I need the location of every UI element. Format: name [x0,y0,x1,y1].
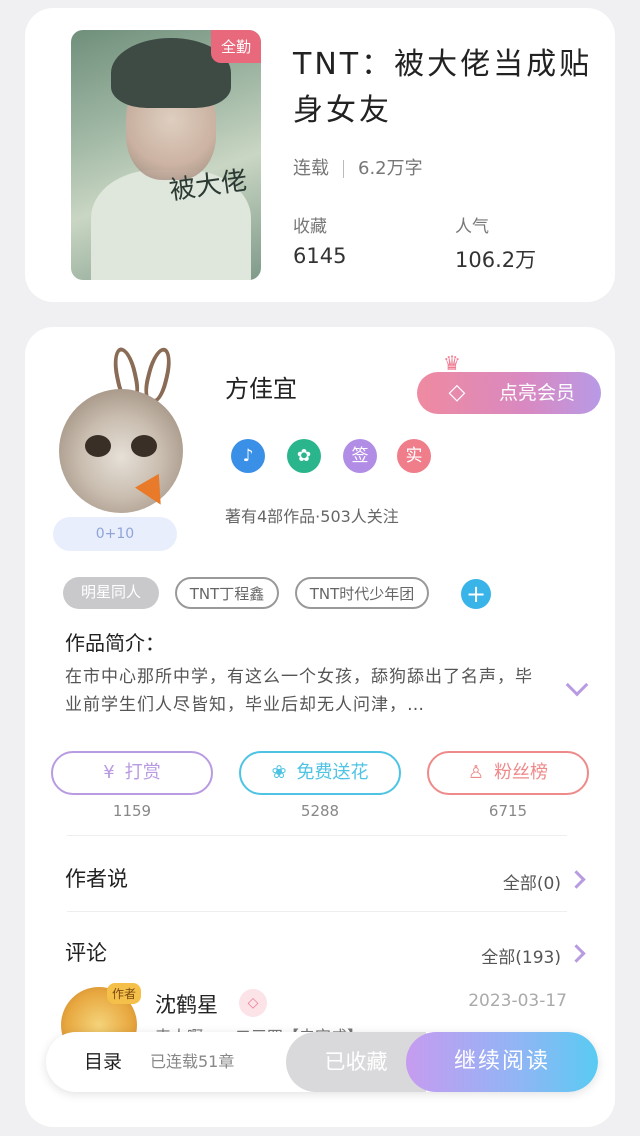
book-info-card: 被大佬 全勤 TNT：被大佬当成贴身女友 连载 6.2万字 收藏 6145 人气 … [25,8,615,302]
book-title: TNT：被大佬当成贴身女友 [293,47,593,128]
verified-badge-icon[interactable]: 实 [397,439,431,473]
vip-button[interactable]: ◇ 点亮会员 [417,372,601,414]
word-count: 6.2万字 [358,158,423,179]
commenter-name[interactable]: 沈鹤星 [155,989,218,1019]
add-tag-icon[interactable]: + [461,579,491,609]
action-count: 6715 [488,802,528,820]
author-tag: 作者 [106,983,141,1004]
action-count: 5288 [300,802,340,820]
serial-status: 连载 [293,158,329,179]
popularity-value: 106.2万 [455,248,537,272]
bottom-action-bar: 目录 已连载51章 已收藏 继续阅读 [46,1032,598,1092]
person-icon: ♙ [467,762,485,783]
author-name[interactable]: 方佳宜 [225,369,297,404]
action-button-label: 免费送花 [296,762,369,783]
full-attendance-badge: 全勤 [210,30,261,63]
avatar-eye-right [131,435,157,457]
author-works-info: 著有4部作品·503人关注 [225,507,399,526]
book-cover[interactable]: 被大佬 全勤 [71,30,261,280]
chapter-count: 已连载51章 [150,1052,235,1071]
author-card: ▼ 0+10 方佳宜 ♛ ◇ 点亮会员 ♪ ✿ 签实 著有4部作品·503人关注 明… [25,327,615,1127]
action-button[interactable]: ❀ 免费送花 [239,751,401,795]
vip-diamond-icon: ◇ [239,989,267,1017]
meta-divider [343,160,344,178]
author-level-badge: 0+10 [53,517,177,551]
popularity-label: 人气 [455,217,489,237]
author-says-title: 作者说 [65,867,128,891]
chevron-right-icon[interactable] [567,870,586,889]
action-button[interactable]: ♙ 粉丝榜 [427,751,589,795]
toc-button[interactable]: 目录 [84,1032,122,1092]
comments-all-link[interactable]: 全部(193) [481,943,561,968]
tag-item[interactable]: TNT时代少年团 [295,577,429,609]
action-count: 1159 [112,802,152,820]
action-button-label: 粉丝榜 [494,762,549,783]
comments-title: 评论 [65,941,107,965]
continue-reading-button[interactable]: 继续阅读 [406,1032,598,1092]
action-button[interactable]: ¥ 打赏 [51,751,213,795]
vip-button-label: 点亮会员 [498,382,575,404]
yen-icon: ¥ [103,762,115,783]
author-says-all-link[interactable]: 全部(0) [503,869,561,894]
collect-value: 6145 [293,244,347,268]
intro-title: 作品简介： [65,631,165,655]
tag-item[interactable]: 明星同人 [63,577,159,609]
expand-chevron-icon[interactable] [565,673,589,697]
action-button-label: 打赏 [124,762,161,783]
chevron-right-icon[interactable] [567,944,586,963]
divider [67,911,567,912]
sign-badge-icon[interactable]: 签 [343,439,377,473]
divider [67,835,567,836]
intro-text: 在市中心那所中学，有这么一个女孩，舔狗舔出了名声，毕业前学生们人尽皆知，毕业后却… [65,667,533,715]
comment-date: 2023-03-17 [468,991,567,1011]
music-note-icon[interactable]: ♪ [231,439,265,473]
collect-label: 收藏 [293,217,327,237]
author-avatar-group[interactable]: ▼ [55,345,195,516]
avatar-eye-left [85,435,111,457]
flower-icon: ❀ [271,762,287,783]
diamond-icon: ◇ [448,380,466,405]
handshake-icon[interactable]: ✿ [287,439,321,473]
collected-button[interactable]: 已收藏 [286,1032,426,1092]
book-meta: 连载 6.2万字 [293,154,423,180]
tag-item[interactable]: TNT丁程鑫 [175,577,279,609]
